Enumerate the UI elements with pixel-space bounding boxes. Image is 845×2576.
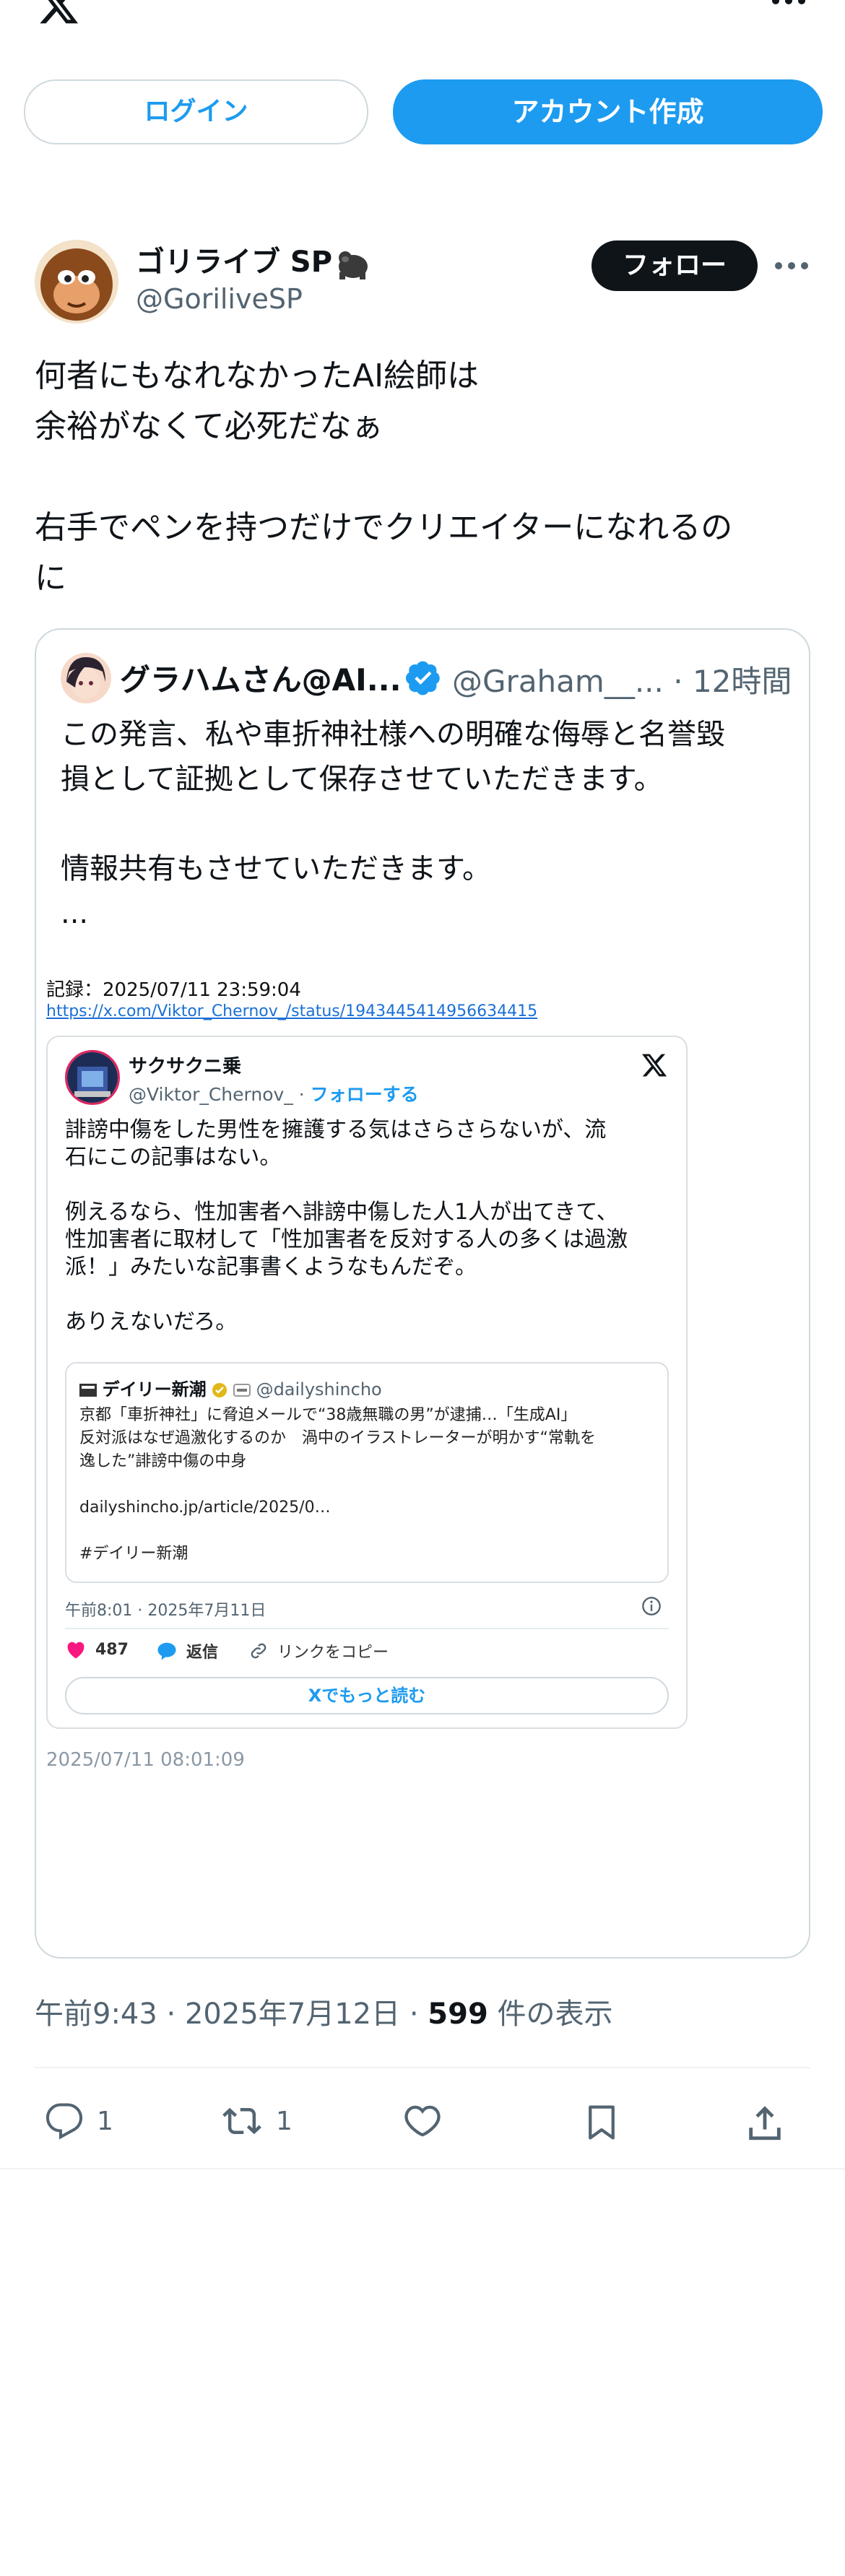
quoted-tweet-card[interactable]: グラハムさん@AI... @Graham__... · 12時間 この発言、私や… xyxy=(35,628,810,1959)
quoted-handle-time: @Graham__... · 12時間 xyxy=(452,657,792,701)
reply-count: 1 xyxy=(97,2106,113,2136)
follow-button[interactable]: フォロー xyxy=(592,240,758,291)
heart-filled-icon xyxy=(67,1642,84,1659)
verified-badge-icon xyxy=(405,661,440,695)
record-link: https://x.com/Viktor_Chernov_/status/194… xyxy=(46,1002,538,1020)
quoted-handle: @Graham__... xyxy=(452,664,664,699)
x-logo-icon[interactable] xyxy=(35,0,82,27)
record-label: 記録：2025/07/11 23:59:04 xyxy=(46,979,301,1001)
link-icon xyxy=(251,1643,266,1659)
share-button[interactable] xyxy=(744,2102,786,2143)
divider xyxy=(0,2168,845,2169)
heart-icon xyxy=(404,2105,441,2137)
repost-icon xyxy=(222,2107,261,2135)
author-avatar[interactable] xyxy=(35,240,118,324)
author-handle[interactable]: @GoriliveSP xyxy=(136,283,303,315)
gold-badge-icon xyxy=(212,1383,228,1397)
tweet-actions: 1 1 xyxy=(0,2087,845,2159)
embed-news-card: デイリー新潮 @dailyshincho 京都「車折神社」に脅迫メールで“38歳… xyxy=(65,1362,669,1583)
news-logo-icon xyxy=(79,1384,97,1397)
repost-count: 1 xyxy=(276,2106,292,2136)
quoted-avatar xyxy=(61,653,111,703)
news-name: デイリー新潮 xyxy=(102,1379,207,1400)
embed-date: 午前8:01 · 2025年7月11日 xyxy=(65,1602,266,1620)
embed-copy-link-label: リンクをコピー xyxy=(277,1644,389,1662)
embed-copy-link: リンクをコピー xyxy=(248,1639,389,1662)
divider xyxy=(35,2067,810,2068)
login-button[interactable]: ログイン xyxy=(24,79,368,144)
tweet-date[interactable]: 2025年7月12日 xyxy=(185,1998,400,2031)
more-horizontal-icon[interactable] xyxy=(767,0,810,12)
separator-dot: · xyxy=(166,1998,176,2031)
tweet-text: 何者にもなれなかったAI絵師は 余裕がなくて必死だなぁ 右手でペンを持つだけでク… xyxy=(35,357,733,597)
share-icon xyxy=(749,2106,781,2141)
embed-text: 誹謗中傷をした男性を擁護する気はさらさらないが、流 石にこの記事はない。 例える… xyxy=(65,1117,628,1335)
embed-like: 487 xyxy=(65,1639,129,1660)
x-logo-icon xyxy=(641,1054,667,1077)
embed-follow-link: フォローする xyxy=(310,1084,419,1105)
embed-reply-label: 返信 xyxy=(186,1644,219,1662)
embed-avatar xyxy=(65,1050,120,1105)
create-account-button[interactable]: アカウント作成 xyxy=(393,79,823,144)
news-text: 京都「車折神社」に脅迫メールで“38歳無職の男”が逮捕…「生成AI」 反対派はな… xyxy=(79,1406,596,1563)
like-button[interactable] xyxy=(402,2102,443,2141)
view-count: 599 xyxy=(428,1998,488,2031)
embed-actions: 487 返信 リンクをコピー xyxy=(65,1639,669,1665)
tweet-more-icon[interactable] xyxy=(771,256,812,275)
bookmark-button[interactable] xyxy=(582,2102,621,2143)
repost-button[interactable]: 1 xyxy=(220,2102,292,2141)
top-bar xyxy=(0,0,845,29)
view-label: 件の表示 xyxy=(497,1998,613,2031)
org-badge-icon xyxy=(233,1384,251,1397)
reply-button[interactable]: 1 xyxy=(43,2102,113,2141)
embedded-tweet: サクサクニ乗 @Viktor_Chernov_ · フォローする 誹謗中傷をした… xyxy=(46,1036,688,1729)
embed-handle: @Viktor_Chernov_ · フォローする xyxy=(129,1080,419,1106)
captured-time: 2025/07/11 08:01:09 xyxy=(46,1749,245,1771)
author-name-text: ゴリライブ SP xyxy=(136,246,333,279)
tweet-meta: 午前9:43 · 2025年7月12日 · 599 件の表示 xyxy=(35,1990,613,2032)
reply-icon xyxy=(46,2103,83,2140)
embed-read-more-button: Xでもっと読む xyxy=(65,1677,669,1714)
tweet-time[interactable]: 午前9:43 xyxy=(35,1998,157,2031)
quoted-time: 12時間 xyxy=(692,664,792,699)
quoted-text: この発言、私や車折神社様への明確な侮辱と名誉毀 損として証拠として保存させていた… xyxy=(61,718,725,930)
embed-handle-text: @Viktor_Chernov_ xyxy=(129,1084,293,1105)
reply-bubble-icon xyxy=(157,1642,176,1660)
embed-divider xyxy=(65,1628,669,1629)
separator-dot: · xyxy=(298,1084,305,1105)
news-header: デイリー新潮 @dailyshincho xyxy=(79,1375,382,1400)
separator-dot: · xyxy=(673,664,683,699)
embed-name: サクサクニ乗 xyxy=(129,1056,242,1077)
separator-dot: · xyxy=(409,1998,419,2031)
embed-like-count: 487 xyxy=(95,1640,129,1659)
bookmark-icon xyxy=(589,2105,615,2140)
info-icon xyxy=(642,1597,661,1616)
quoted-name: グラハムさん@AI... xyxy=(120,662,402,698)
embed-reply: 返信 xyxy=(156,1639,218,1662)
author-name[interactable]: ゴリライブ SP xyxy=(136,238,371,280)
news-handle: @dailyshincho xyxy=(256,1379,382,1400)
gorilla-icon xyxy=(339,251,368,279)
